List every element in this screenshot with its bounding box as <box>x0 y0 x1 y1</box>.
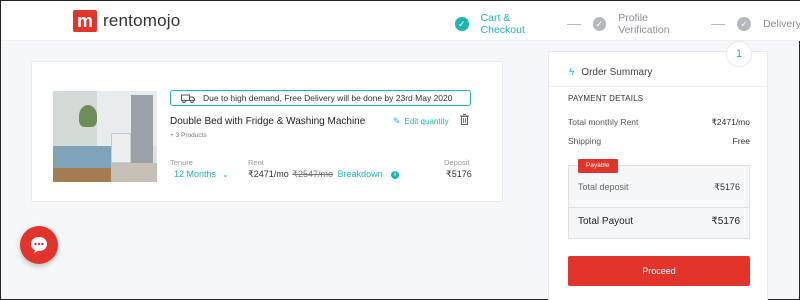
deposit-value: ₹5176 <box>446 169 472 179</box>
tenure-label: Tenure <box>170 158 193 167</box>
step-connector <box>711 23 726 25</box>
order-summary-label: Order Summary <box>581 67 653 78</box>
edit-quantity-link[interactable]: ✎ Edit quantity <box>393 116 449 127</box>
delivery-note: Due to high demand, Free Delivery will b… <box>203 93 453 103</box>
rent-old-value: ₹2547/mo <box>292 169 334 179</box>
trash-icon[interactable] <box>460 114 469 125</box>
info-icon[interactable]: i <box>391 170 400 179</box>
row-label: Total Payout <box>578 216 634 227</box>
truck-icon <box>181 94 195 103</box>
edit-quantity-label: Edit quantity <box>404 117 449 126</box>
order-summary-title: ϟ Order Summary <box>569 67 652 78</box>
chat-button[interactable] <box>20 226 58 264</box>
delivery-banner: Due to high demand, Free Delivery will b… <box>170 90 471 106</box>
product-image <box>53 91 157 182</box>
step-delivery: ✓ Delivery <box>737 17 800 31</box>
divider <box>569 207 749 208</box>
check-icon: ✓ <box>592 17 607 31</box>
total-payout-row: Total Payout ₹5176 <box>578 216 740 227</box>
monthly-rent-row: Total monthly Rent ₹2471/mo <box>568 117 750 128</box>
check-icon: ✓ <box>455 17 469 31</box>
step-label: Delivery <box>763 18 800 30</box>
pencil-icon: ✎ <box>393 116 401 126</box>
step-profile-verification: ✓ Profile Verification <box>592 12 700 36</box>
tenure-select[interactable]: 12 Months ⌄ <box>174 169 229 179</box>
row-label: Total deposit <box>578 182 629 192</box>
rent-value: ₹2471/mo <box>248 169 289 179</box>
top-header: m rentomojo ✓ Cart & Checkout ✓ Profile … <box>1 1 800 41</box>
item-count-badge: 1 <box>726 41 752 67</box>
row-value: ₹2471/mo <box>711 117 751 127</box>
step-label: Cart & Checkout <box>480 12 525 36</box>
chat-bubble-icon <box>31 237 47 253</box>
shipping-row: Shipping Free <box>568 136 750 146</box>
check-icon: ✓ <box>737 17 752 31</box>
row-value: Free <box>732 136 750 146</box>
logo-mark: m <box>73 10 97 32</box>
logo-text: rentomojo <box>103 11 181 30</box>
total-deposit-row: Total deposit ₹5176 <box>578 182 740 193</box>
payment-details-heading: PAYMENT DETAILS <box>568 94 644 103</box>
row-value: ₹5176 <box>711 216 740 227</box>
breakdown-link[interactable]: Breakdown <box>338 169 383 179</box>
chevron-down-icon: ⌄ <box>222 169 229 179</box>
rent-info: ₹2471/mo ₹2547/mo Breakdown i <box>248 169 400 180</box>
proceed-button[interactable]: Proceed <box>568 256 750 286</box>
tenure-value: 12 Months <box>174 169 217 179</box>
divider <box>549 86 767 87</box>
row-label: Shipping <box>568 136 602 146</box>
checkout-steps: ✓ Cart & Checkout ✓ Profile Verification… <box>455 12 800 36</box>
product-title: Double Bed with Fridge & Washing Machine <box>170 116 366 127</box>
payable-tag: Payable <box>578 159 618 173</box>
step-connector <box>567 23 581 25</box>
row-value: ₹5176 <box>714 182 740 192</box>
bolt-icon: ϟ <box>569 67 575 78</box>
order-summary-card: ϟ Order Summary PAYMENT DETAILS Total mo… <box>548 51 768 300</box>
deposit-label: Deposit <box>444 158 470 167</box>
step-cart-checkout: ✓ Cart & Checkout <box>455 12 555 36</box>
payable-box: Payable Total deposit ₹5176 Total Payout… <box>568 159 750 239</box>
brand-logo[interactable]: m rentomojo <box>73 10 180 32</box>
product-subtitle: + 3 Products <box>170 132 207 139</box>
cart-item-card: Due to high demand, Free Delivery will b… <box>31 61 503 202</box>
step-label: Profile Verification <box>618 12 670 36</box>
row-label: Total monthly Rent <box>568 117 639 127</box>
rent-label: Rent <box>248 158 264 167</box>
